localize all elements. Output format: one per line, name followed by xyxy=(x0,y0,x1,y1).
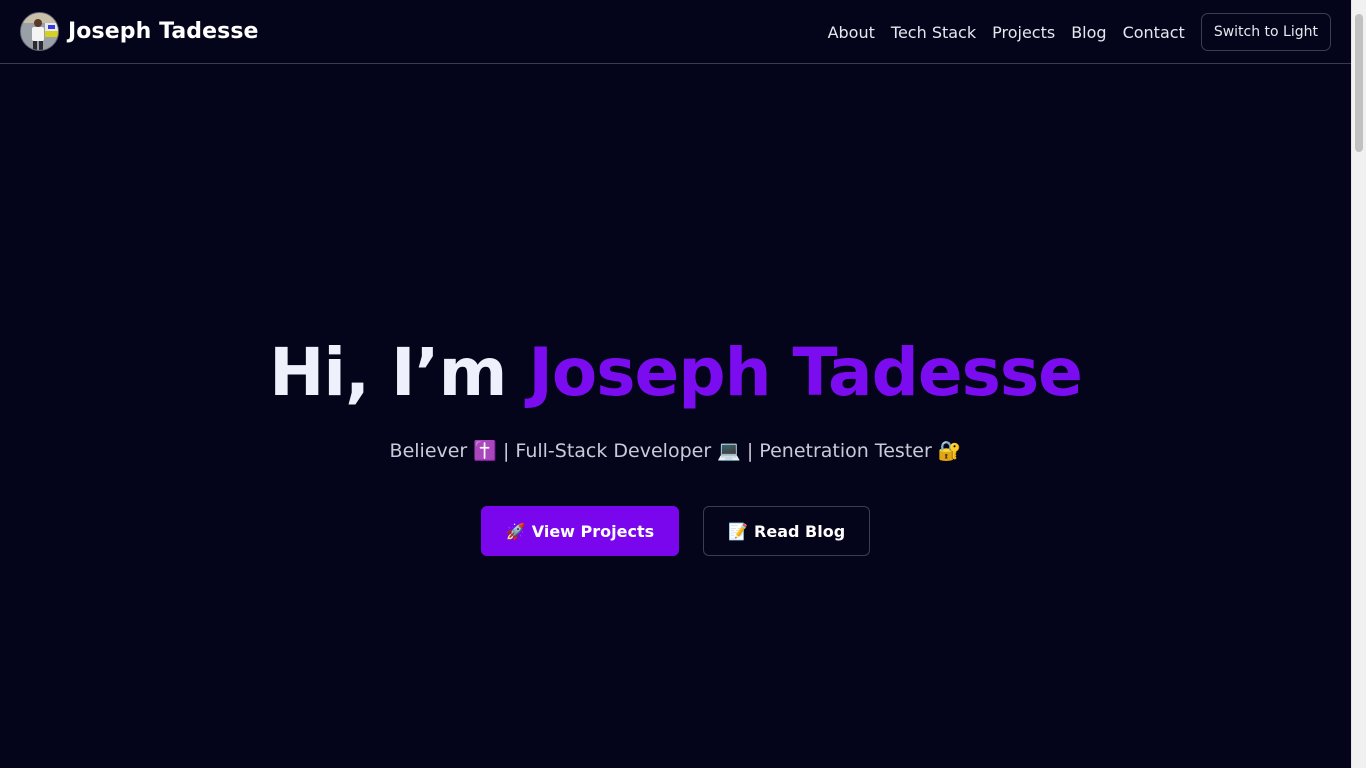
page-scrollbar[interactable] xyxy=(1351,0,1366,768)
read-blog-button[interactable]: 📝 Read Blog xyxy=(703,506,871,556)
brand-name: Joseph Tadesse xyxy=(68,19,259,44)
nav-link-tech-stack[interactable]: Tech Stack xyxy=(891,23,976,42)
hero-actions: 🚀 View Projects 📝 Read Blog xyxy=(0,506,1351,556)
rocket-icon: 🚀 xyxy=(505,521,526,541)
hero-title: Hi, I’m Joseph Tadesse xyxy=(0,333,1351,412)
hero-name: Joseph Tadesse xyxy=(528,334,1083,411)
hero-greeting: Hi, I’m xyxy=(269,334,507,411)
main-nav: About Tech Stack Projects Blog Contact S… xyxy=(828,13,1331,51)
nav-link-blog[interactable]: Blog xyxy=(1071,23,1106,42)
view-projects-label: View Projects xyxy=(531,521,655,541)
theme-toggle-button[interactable]: Switch to Light xyxy=(1200,13,1331,51)
memo-icon: 📝 xyxy=(728,521,749,541)
nav-link-projects[interactable]: Projects xyxy=(992,23,1055,42)
hero-subtitle: Believer ✝️ | Full-Stack Developer 💻 | P… xyxy=(389,440,962,462)
top-navbar: Joseph Tadesse About Tech Stack Projects… xyxy=(0,0,1351,64)
hero-section: Hi, I’m Joseph Tadesse Believer ✝️ | Ful… xyxy=(0,65,1351,768)
nav-link-contact[interactable]: Contact xyxy=(1123,23,1185,42)
read-blog-label: Read Blog xyxy=(754,521,846,541)
page: Joseph Tadesse About Tech Stack Projects… xyxy=(0,0,1366,768)
scrollbar-thumb[interactable] xyxy=(1355,14,1363,152)
avatar xyxy=(20,12,59,51)
brand-link[interactable]: Joseph Tadesse xyxy=(20,12,259,51)
view-projects-button[interactable]: 🚀 View Projects xyxy=(480,506,680,556)
avatar-photo xyxy=(21,13,58,50)
nav-link-about[interactable]: About xyxy=(828,23,875,42)
